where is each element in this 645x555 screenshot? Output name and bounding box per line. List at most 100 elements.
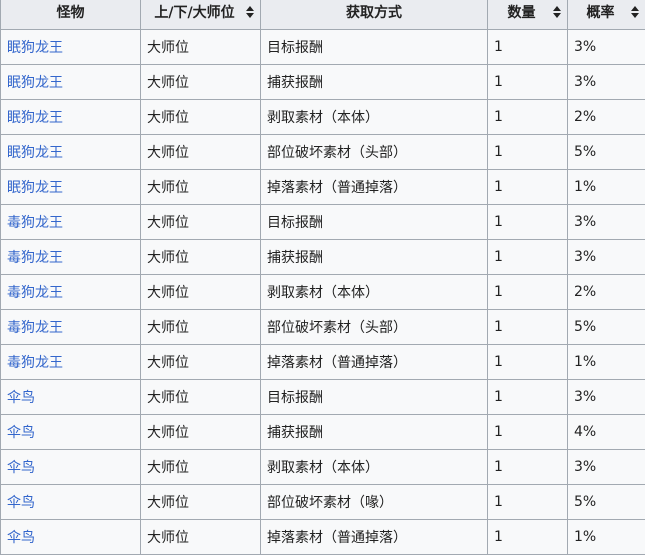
- table-row: 伞鸟大师位剥取素材（本体）13%: [1, 450, 645, 485]
- header-rank[interactable]: 上/下/大师位: [141, 0, 261, 30]
- monster-link[interactable]: 毒狗龙王: [7, 320, 63, 336]
- sort-updown-icon[interactable]: [553, 6, 561, 18]
- cell-method: 目标报酬: [261, 380, 488, 415]
- cell-monster: 眠狗龙王: [1, 30, 141, 65]
- cell-method: 掉落素材（普通掉落）: [261, 520, 488, 555]
- table-body: 眠狗龙王大师位目标报酬13%眠狗龙王大师位捕获报酬13%眠狗龙王大师位剥取素材（…: [1, 30, 645, 555]
- table-row: 伞鸟大师位掉落素材（普通掉落）11%: [1, 520, 645, 555]
- cell-rate: 1%: [568, 345, 645, 380]
- cell-rank: 大师位: [141, 415, 261, 450]
- cell-rate: 2%: [568, 275, 645, 310]
- monster-link[interactable]: 伞鸟: [7, 530, 35, 546]
- monster-link[interactable]: 眠狗龙王: [7, 75, 63, 91]
- cell-quantity: 1: [488, 310, 568, 345]
- header-quantity-label: 数量: [508, 5, 536, 21]
- drop-rate-table: 怪物上/下/大师位获取方式数量概率 眠狗龙王大师位目标报酬13%眠狗龙王大师位捕…: [0, 0, 645, 555]
- monster-link[interactable]: 眠狗龙王: [7, 110, 63, 126]
- cell-quantity: 1: [488, 415, 568, 450]
- cell-rate: 3%: [568, 65, 645, 100]
- cell-monster: 伞鸟: [1, 520, 141, 555]
- cell-method: 剥取素材（本体）: [261, 275, 488, 310]
- cell-rank: 大师位: [141, 380, 261, 415]
- header-rate-label: 概率: [587, 5, 615, 21]
- cell-monster: 伞鸟: [1, 415, 141, 450]
- cell-method: 目标报酬: [261, 205, 488, 240]
- cell-rate: 3%: [568, 450, 645, 485]
- cell-rate: 5%: [568, 135, 645, 170]
- cell-rate: 1%: [568, 170, 645, 205]
- cell-rate: 3%: [568, 30, 645, 65]
- monster-link[interactable]: 眠狗龙王: [7, 180, 63, 196]
- table-row: 伞鸟大师位捕获报酬14%: [1, 415, 645, 450]
- monster-link[interactable]: 眠狗龙王: [7, 145, 63, 161]
- cell-method: 捕获报酬: [261, 65, 488, 100]
- table-row: 毒狗龙王大师位部位破坏素材（头部）15%: [1, 310, 645, 345]
- cell-quantity: 1: [488, 30, 568, 65]
- table-row: 毒狗龙王大师位掉落素材（普通掉落）11%: [1, 345, 645, 380]
- cell-quantity: 1: [488, 135, 568, 170]
- cell-rank: 大师位: [141, 170, 261, 205]
- cell-method: 部位破坏素材（喙）: [261, 485, 488, 520]
- monster-link[interactable]: 伞鸟: [7, 390, 35, 406]
- monster-link[interactable]: 眠狗龙王: [7, 40, 63, 56]
- cell-rank: 大师位: [141, 310, 261, 345]
- cell-rate: 3%: [568, 205, 645, 240]
- cell-rank: 大师位: [141, 345, 261, 380]
- monster-link[interactable]: 伞鸟: [7, 425, 35, 441]
- header-monster: 怪物: [1, 0, 141, 30]
- cell-quantity: 1: [488, 205, 568, 240]
- sort-updown-icon[interactable]: [246, 6, 254, 18]
- cell-monster: 毒狗龙王: [1, 310, 141, 345]
- cell-rank: 大师位: [141, 275, 261, 310]
- monster-link[interactable]: 伞鸟: [7, 460, 35, 476]
- cell-rank: 大师位: [141, 485, 261, 520]
- sort-updown-icon[interactable]: [631, 6, 639, 18]
- cell-method: 掉落素材（普通掉落）: [261, 170, 488, 205]
- cell-monster: 伞鸟: [1, 380, 141, 415]
- table-row: 眠狗龙王 大师位掉落素材（普通掉落）11%: [1, 170, 645, 205]
- monster-link[interactable]: 毒狗龙王: [7, 285, 63, 301]
- cell-monster: 眠狗龙王: [1, 170, 141, 205]
- cell-quantity: 1: [488, 240, 568, 275]
- cell-monster: 毒狗龙王: [1, 275, 141, 310]
- header-method-label: 获取方式: [346, 5, 402, 21]
- table-row: 伞鸟 大师位目标报酬13%: [1, 380, 645, 415]
- cell-rank: 大师位: [141, 135, 261, 170]
- cell-quantity: 1: [488, 380, 568, 415]
- cell-method: 剥取素材（本体）: [261, 100, 488, 135]
- cell-quantity: 1: [488, 170, 568, 205]
- cell-monster: 伞鸟: [1, 485, 141, 520]
- cell-method: 捕获报酬: [261, 240, 488, 275]
- monster-link[interactable]: 伞鸟: [7, 495, 35, 511]
- cell-rate: 3%: [568, 240, 645, 275]
- cell-rank: 大师位: [141, 520, 261, 555]
- cell-monster: 眠狗龙王: [1, 65, 141, 100]
- cell-quantity: 1: [488, 345, 568, 380]
- table-row: 眠狗龙王大师位剥取素材（本体）12%: [1, 100, 645, 135]
- cell-monster: 伞鸟: [1, 450, 141, 485]
- cell-rate: 3%: [568, 380, 645, 415]
- cell-quantity: 1: [488, 520, 568, 555]
- table-row: 眠狗龙王大师位目标报酬13%: [1, 30, 645, 65]
- header-monster-label: 怪物: [57, 5, 85, 21]
- monster-link[interactable]: 毒狗龙王: [7, 355, 63, 371]
- cell-method: 剥取素材（本体）: [261, 450, 488, 485]
- cell-quantity: 1: [488, 100, 568, 135]
- header-rate[interactable]: 概率: [568, 0, 645, 30]
- cell-rate: 2%: [568, 100, 645, 135]
- monster-link[interactable]: 毒狗龙王: [7, 215, 63, 231]
- table-row: 毒狗龙王大师位剥取素材（本体）12%: [1, 275, 645, 310]
- table-row: 毒狗龙王大师位目标报酬13%: [1, 205, 645, 240]
- table-header: 怪物 上/下/大师位 获取方式 数量 概率: [1, 0, 645, 30]
- header-quantity[interactable]: 数量: [488, 0, 568, 30]
- table-row: 伞鸟大师位部位破坏素材（喙）15%: [1, 485, 645, 520]
- table-row: 眠狗龙王大师位捕获报酬13%: [1, 65, 645, 100]
- cell-method: 目标报酬: [261, 30, 488, 65]
- monster-link[interactable]: 毒狗龙王: [7, 250, 63, 266]
- table-row: 毒狗龙王大师位捕获报酬13%: [1, 240, 645, 275]
- header-rank-label: 上/下/大师位: [154, 5, 234, 21]
- cell-quantity: 1: [488, 485, 568, 520]
- cell-monster: 毒狗龙王: [1, 240, 141, 275]
- cell-monster: 眠狗龙王: [1, 100, 141, 135]
- cell-monster: 毒狗龙王: [1, 205, 141, 240]
